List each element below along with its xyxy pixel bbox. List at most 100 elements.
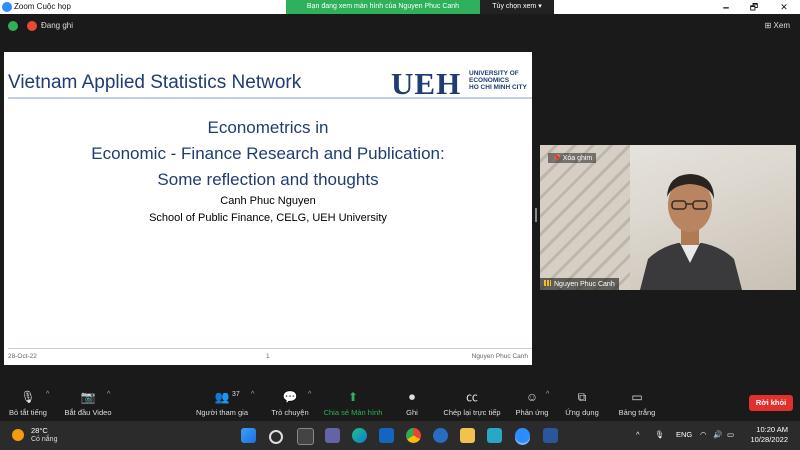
live-transcript-button[interactable]: ㏄ Chép lại trực tiếp: [438, 385, 506, 421]
show-hidden-icons-chevron-icon[interactable]: ^: [636, 430, 640, 439]
apps-label: Ứng dụng: [565, 408, 599, 417]
reactions-chevron-icon[interactable]: ^: [546, 391, 549, 398]
video-options-chevron-icon[interactable]: ^: [107, 391, 110, 398]
chat-button[interactable]: 💬 Trò chuyện ^: [268, 385, 312, 421]
weather-sun-icon[interactable]: [12, 429, 24, 441]
whiteboard-button[interactable]: ▭ Bảng trắng: [614, 385, 660, 421]
view-options-button[interactable]: Tùy chọn xem ▾: [480, 0, 554, 14]
weather-condition[interactable]: Có nắng: [31, 436, 57, 443]
task-view-icon[interactable]: [297, 428, 314, 445]
system-clock[interactable]: 10:20 AM 10/28/2022: [750, 425, 788, 445]
share-screen-icon: ⬆: [347, 390, 359, 404]
slide-institution: School of Public Finance, CELG, UEH Univ…: [149, 212, 387, 224]
participant-name-label: Nguyen Phuc Canh: [540, 278, 619, 290]
recording-icon[interactable]: [27, 21, 37, 31]
participant-video[interactable]: 📌 Xóa ghim Nguyen Phuc Canh: [540, 145, 796, 290]
live-transcript-label: Chép lại trực tiếp: [443, 408, 501, 417]
participant-silhouette: [640, 174, 742, 290]
windows-taskbar: 28°C Có nắng ^ 🎙 ENG ◠ 🔊 ▭ 10:20 AM 10/2…: [0, 421, 800, 450]
slide-title-line-3: Some reflection and thoughts: [157, 170, 379, 189]
share-screen-button[interactable]: ⬆ Chia sẻ Màn hình: [320, 385, 386, 421]
edge-icon[interactable]: [352, 428, 367, 443]
participants-icon: 👥: [214, 390, 230, 404]
status-bar: [0, 14, 800, 38]
video-background-stairs: [540, 145, 630, 290]
unpin-label: Xóa ghim: [562, 155, 593, 162]
windows-start-icon[interactable]: [241, 428, 256, 443]
captions-icon: ㏄: [465, 390, 478, 404]
ueh-logo-sub-line: ECONOMICS: [469, 77, 510, 84]
slide-header-divider: [8, 97, 532, 99]
participants-label: Người tham gia: [195, 408, 249, 417]
battery-icon[interactable]: ▭: [727, 430, 734, 439]
ueh-logo-sub-line: UNIVERSITY OF: [469, 70, 519, 77]
slide-title-line-2: Economic - Finance Research and Publicat…: [91, 144, 445, 163]
view-button[interactable]: ⊞ Xem: [765, 21, 790, 30]
input-language[interactable]: ENG: [676, 430, 692, 439]
participants-button[interactable]: 👥 37 Người tham gia ^: [192, 385, 254, 421]
r-app-icon[interactable]: [433, 428, 448, 443]
whiteboard-label: Bảng trắng: [618, 408, 656, 417]
whiteboard-icon: ▭: [631, 390, 643, 404]
slide-footer-page: 1: [266, 353, 270, 360]
participants-chevron-icon[interactable]: ^: [251, 391, 254, 398]
apps-button[interactable]: ⧉ Ứng dụng: [560, 385, 604, 421]
participants-count: 37: [232, 391, 240, 398]
teams-app-icon[interactable]: [379, 428, 394, 443]
slide-network-title: Vietnam Applied Statistics Network: [8, 72, 302, 93]
clock-date: 10/28/2022: [750, 435, 788, 444]
wifi-icon[interactable]: ◠: [700, 430, 707, 439]
microphone-tray-icon[interactable]: 🎙: [655, 430, 665, 439]
chat-label: Trò chuyện: [271, 408, 309, 417]
chat-icon: 💬: [282, 390, 298, 404]
share-screen-label: Chia sẻ Màn hình: [323, 408, 383, 417]
mute-label: Bỏ tắt tiếng: [9, 408, 47, 417]
view-button-label: Xem: [773, 21, 790, 30]
slide-footer-name: Nguyen Phuc Canh: [471, 353, 528, 360]
restore-button[interactable]: 🗗: [740, 0, 768, 14]
encryption-shield-icon[interactable]: [8, 21, 18, 31]
start-video-label: Bắt đầu Video: [64, 408, 112, 417]
unpin-button[interactable]: 📌 Xóa ghim: [548, 153, 597, 163]
ueh-logo-subtitle: UNIVERSITY OF ECONOMICS HO CHI MINH CITY: [469, 70, 527, 91]
zoom-taskbar-icon[interactable]: [515, 428, 530, 443]
photos-icon[interactable]: [487, 428, 502, 443]
window-title: Zoom Cuộc họp: [14, 2, 71, 11]
word-icon[interactable]: [543, 428, 558, 443]
slide-footer-divider: [8, 348, 532, 349]
close-button[interactable]: ✕: [770, 0, 798, 14]
start-video-button[interactable]: 📷 Bắt đầu Video ^: [60, 385, 116, 421]
audio-options-chevron-icon[interactable]: ^: [46, 391, 49, 398]
minimize-button[interactable]: 🗕: [712, 0, 740, 14]
participant-name: Nguyen Phuc Canh: [554, 281, 615, 288]
meeting-toolbar: 🎙 Bỏ tắt tiếng ^ 📷 Bắt đầu Video ^ 👥 37 …: [0, 385, 800, 421]
clock-time: 10:20 AM: [756, 425, 788, 434]
leave-meeting-button[interactable]: Rời khỏi: [749, 395, 793, 411]
ueh-logo-sub-line: HO CHI MINH CITY: [469, 84, 527, 91]
record-icon: ⏺: [408, 390, 415, 404]
shared-screen-slide: Vietnam Applied Statistics Network UEH U…: [4, 52, 532, 365]
file-explorer-icon[interactable]: [460, 428, 475, 443]
teams-chat-icon[interactable]: [325, 428, 340, 443]
audio-level-icon: [544, 280, 551, 286]
view-options-label: Tùy chọn xem: [492, 3, 537, 10]
chrome-icon[interactable]: [406, 428, 421, 443]
mute-button[interactable]: 🎙 Bỏ tắt tiếng ^: [4, 385, 52, 421]
volume-icon[interactable]: 🔊: [713, 430, 722, 439]
search-icon[interactable]: [269, 430, 283, 444]
record-label: Ghi: [406, 408, 418, 417]
screen-share-banner: Bạn đang xem màn hình của Nguyen Phuc Ca…: [286, 0, 480, 14]
weather-temperature[interactable]: 28°C: [31, 426, 48, 435]
slide-author: Canh Phuc Nguyen: [220, 195, 316, 207]
zoom-logo-icon: [2, 2, 12, 12]
slide-title-line-1: Econometrics in: [207, 118, 329, 137]
reactions-button[interactable]: ☺ Phản ứng ^: [512, 385, 552, 421]
apps-icon: ⧉: [577, 390, 587, 404]
window-titlebar: Zoom Cuộc họp Bạn đang xem màn hình của …: [0, 0, 800, 14]
chat-chevron-icon[interactable]: ^: [308, 391, 311, 398]
recording-label: Đang ghi: [41, 21, 74, 30]
reactions-label: Phản ứng: [515, 408, 549, 417]
record-button[interactable]: ⏺ Ghi: [398, 385, 426, 421]
split-view-handle[interactable]: [535, 208, 537, 222]
microphone-muted-icon: 🎙: [20, 390, 36, 404]
